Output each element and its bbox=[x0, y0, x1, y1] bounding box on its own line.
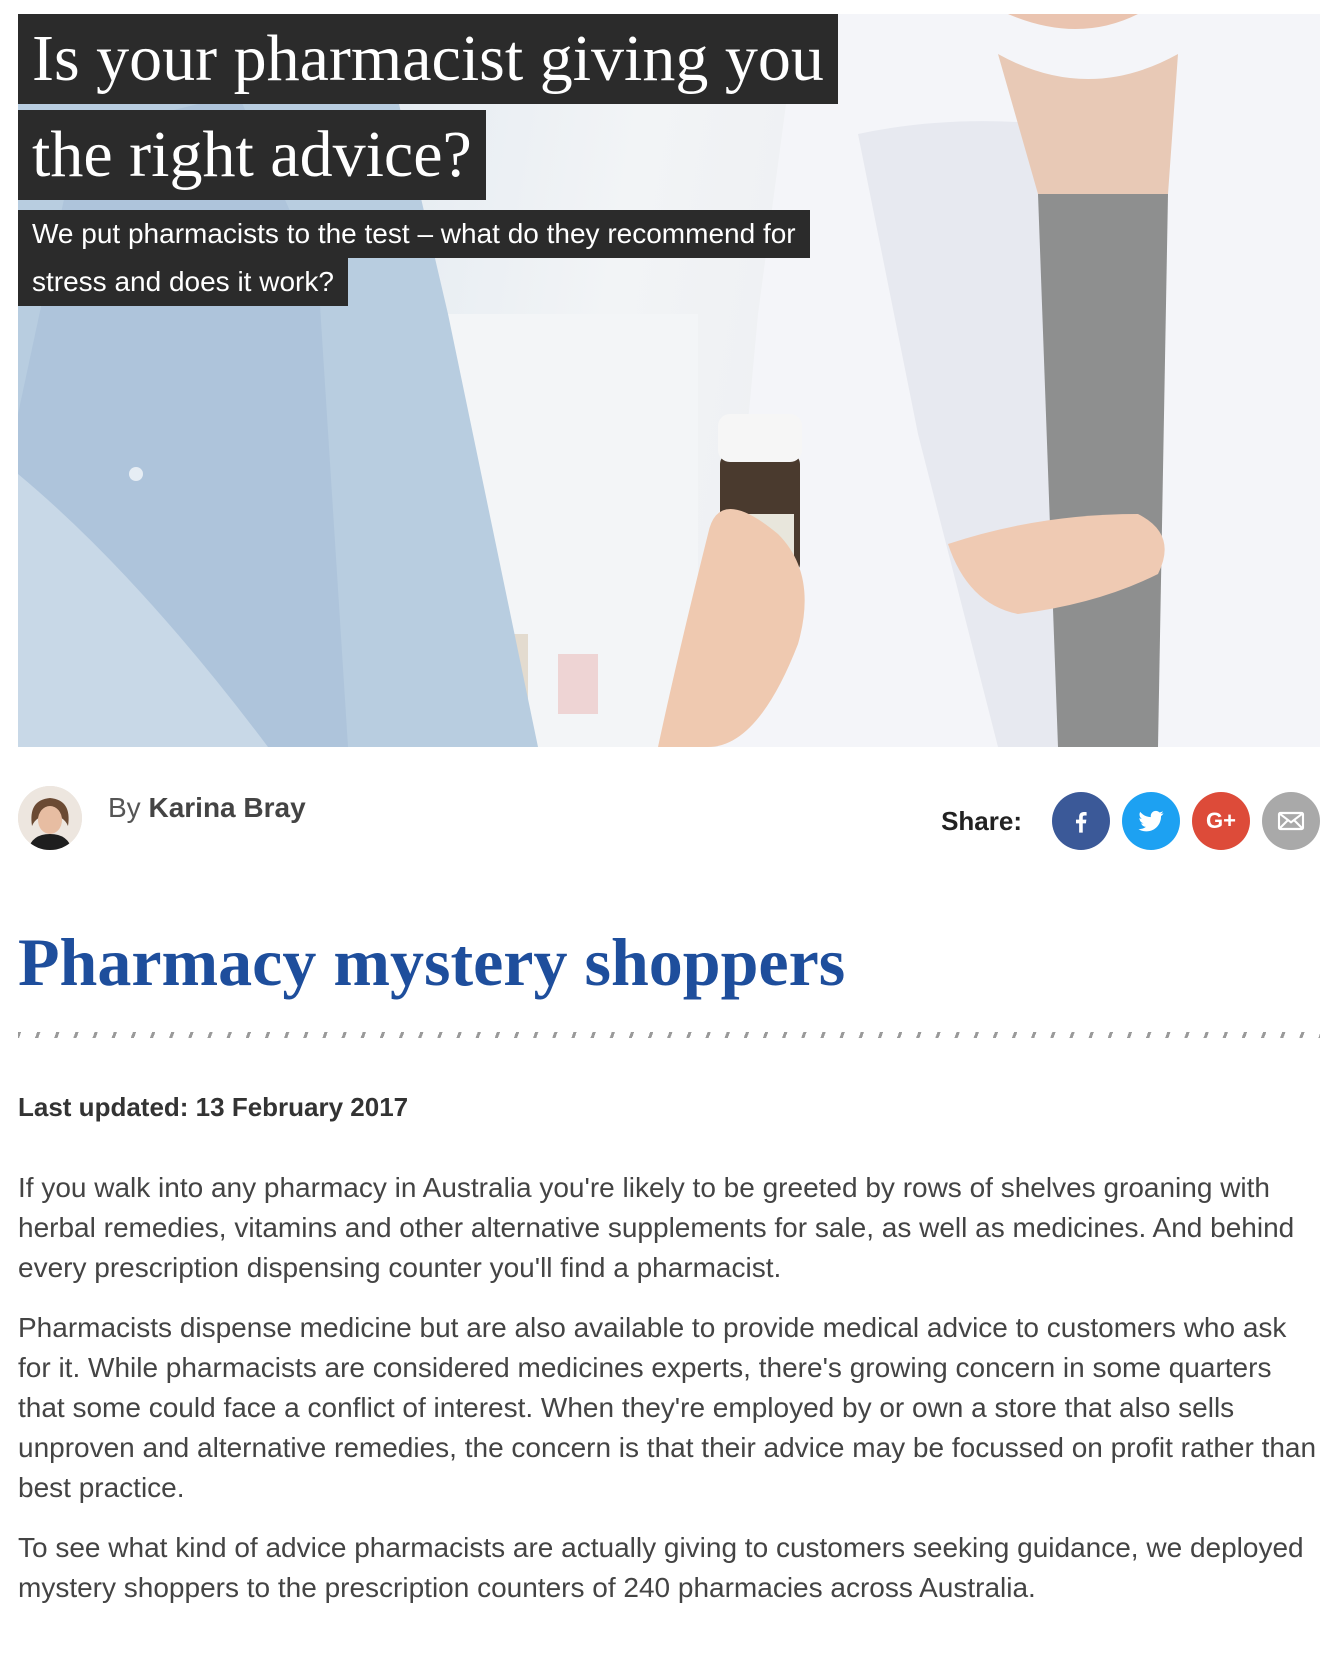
article-paragraph: To see what kind of advice pharmacists a… bbox=[18, 1532, 1304, 1603]
google-plus-icon: G+ bbox=[1206, 808, 1236, 833]
dashed-divider bbox=[18, 1032, 1320, 1038]
email-icon bbox=[1277, 811, 1305, 831]
article-paragraph: Pharmacists dispense medicine but are al… bbox=[18, 1312, 1317, 1503]
twitter-icon bbox=[1138, 810, 1164, 832]
author-avatar-image bbox=[18, 786, 82, 850]
author-name[interactable]: Karina Bray bbox=[148, 792, 305, 823]
share-twitter-button[interactable] bbox=[1122, 792, 1180, 850]
hero-subtitle-line-2: stress and does it work? bbox=[18, 258, 348, 306]
facebook-icon bbox=[1075, 812, 1087, 833]
hero-title-line-1: Is your pharmacist giving you bbox=[18, 14, 838, 104]
article-paragraph: If you walk into any pharmacy in Austral… bbox=[18, 1172, 1295, 1283]
share-label: Share: bbox=[941, 805, 1022, 836]
article-title: Pharmacy mystery shoppers bbox=[18, 924, 846, 1000]
byline: By Karina Bray Share: G+ bbox=[18, 786, 1320, 856]
author-avatar[interactable] bbox=[18, 786, 82, 850]
last-updated: Last updated: 13 February 2017 bbox=[18, 1092, 409, 1122]
share-bar: Share: G+ bbox=[941, 792, 1320, 850]
hero-title-line-2: the right advice? bbox=[18, 110, 486, 200]
article-body: If you walk into any pharmacy in Austral… bbox=[18, 1168, 1323, 1628]
share-google-plus-button[interactable]: G+ bbox=[1192, 792, 1250, 850]
share-facebook-button[interactable] bbox=[1052, 792, 1110, 850]
byline-text: By Karina Bray bbox=[108, 792, 306, 824]
hero-subtitle-line-1: We put pharmacists to the test – what do… bbox=[18, 210, 810, 258]
hero-banner: Is your pharmacist giving you the right … bbox=[18, 14, 1320, 747]
share-email-button[interactable] bbox=[1262, 792, 1320, 850]
byline-prefix: By bbox=[108, 792, 141, 823]
